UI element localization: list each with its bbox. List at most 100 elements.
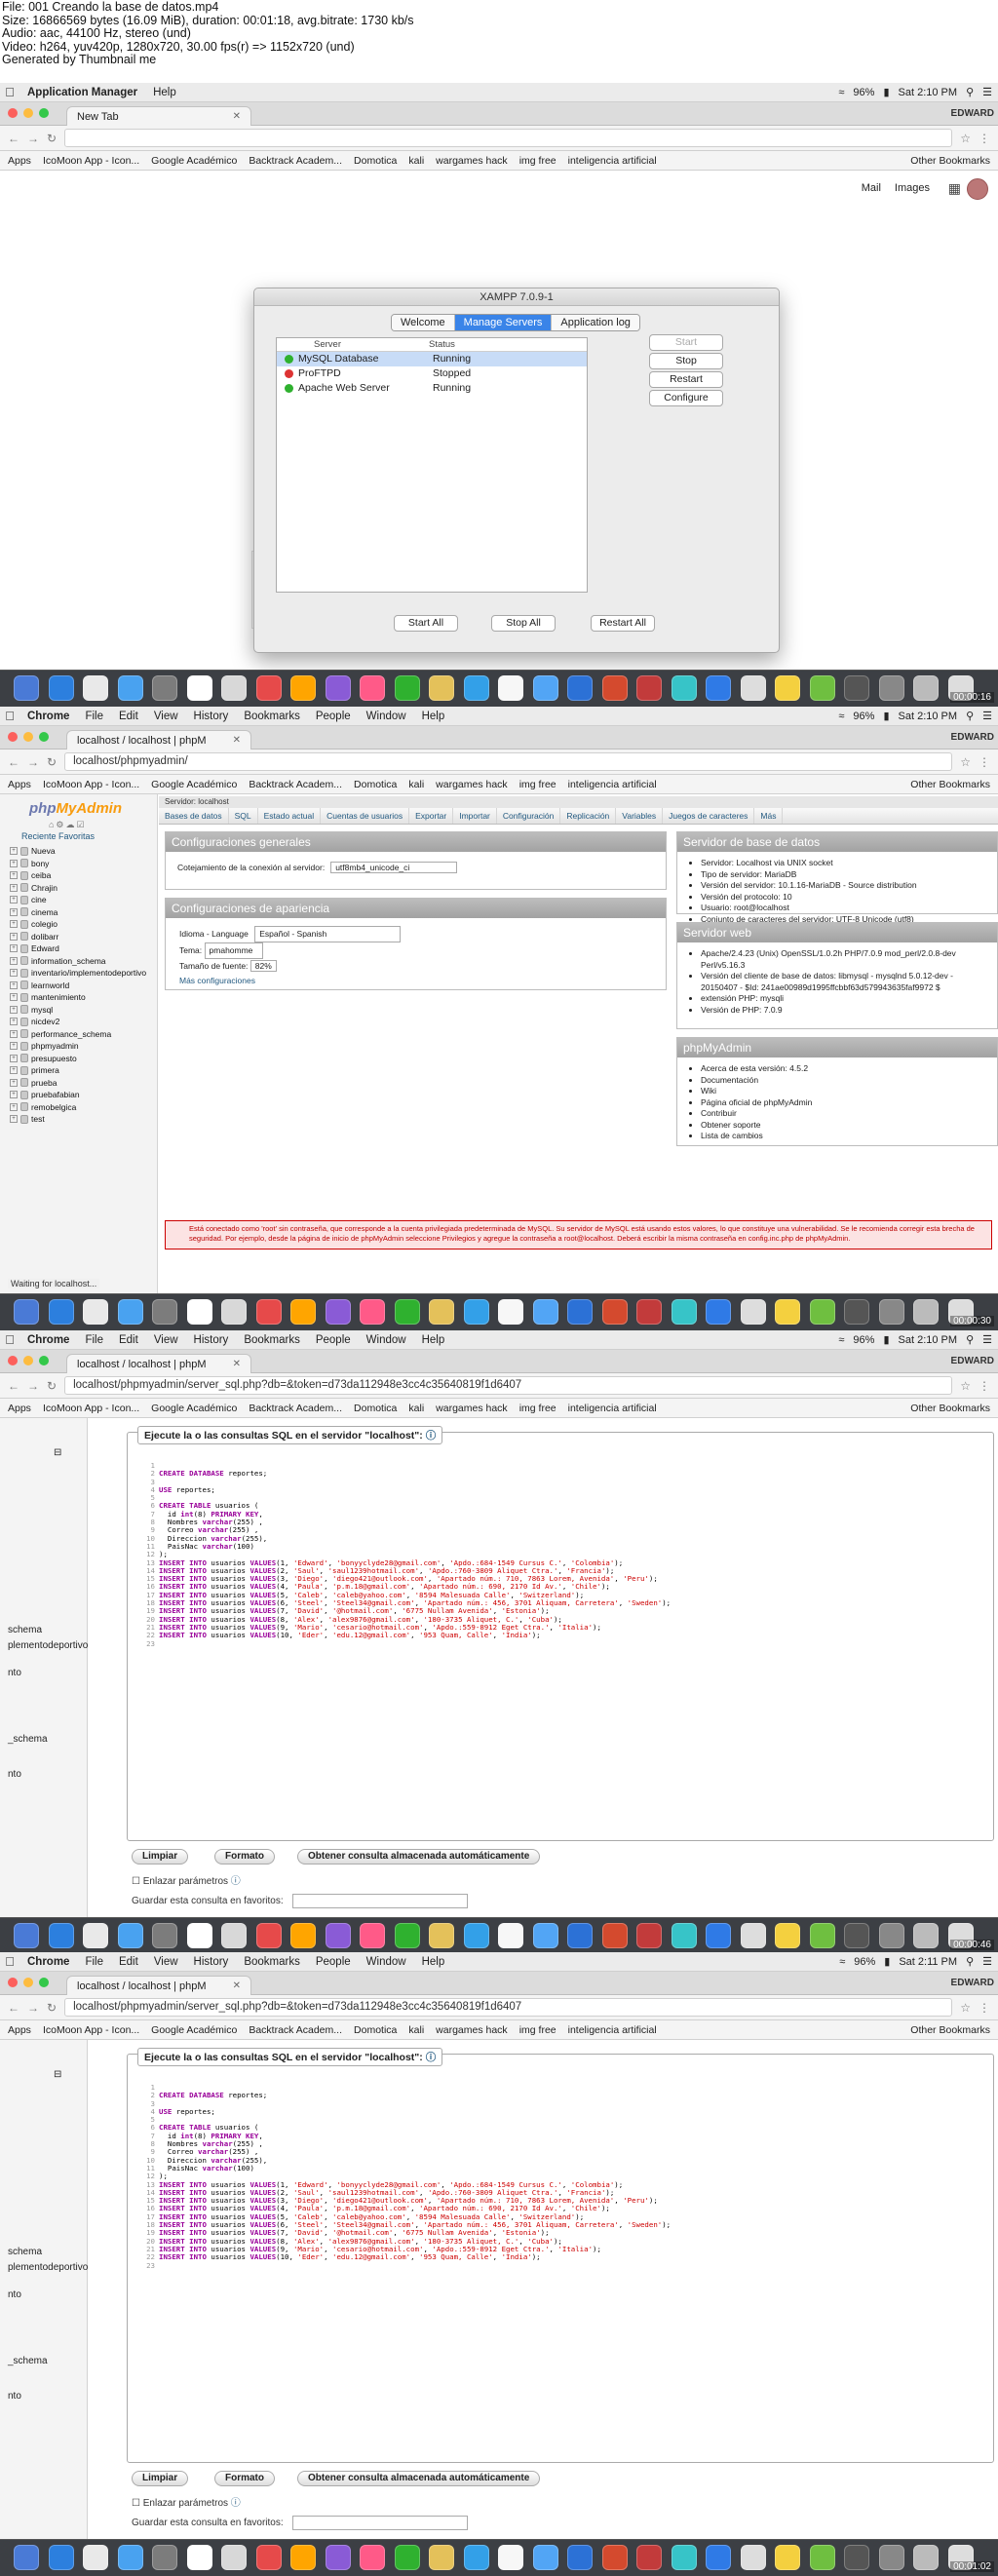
dock-app-icon[interactable] bbox=[360, 1923, 385, 1948]
dock-app-icon[interactable] bbox=[706, 675, 731, 701]
menu-item[interactable]: History bbox=[186, 1956, 237, 1968]
pma-nav-tab[interactable]: Bases de datos bbox=[159, 808, 229, 824]
pma-nav-tab[interactable]: Cuentas de usuarios bbox=[321, 808, 410, 824]
dock-app-icon[interactable] bbox=[117, 2545, 143, 2570]
pma-nav-tab[interactable]: SQL bbox=[229, 808, 258, 824]
menu-item[interactable]: Edit bbox=[111, 711, 146, 722]
dock-app-icon[interactable] bbox=[844, 1299, 869, 1325]
pma-nav-tab[interactable]: Juegos de caracteres bbox=[663, 808, 755, 824]
dock-app-icon[interactable] bbox=[325, 1299, 351, 1325]
menu-item[interactable]: File bbox=[77, 1956, 111, 1968]
url-bar[interactable]: localhost/phpmyadmin/ bbox=[64, 752, 953, 771]
server-action-button[interactable]: Stop bbox=[649, 353, 723, 369]
menu-item[interactable]: Bookmarks bbox=[236, 711, 308, 722]
expand-icon[interactable]: + bbox=[10, 969, 18, 978]
other-bookmarks[interactable]: Other Bookmarks bbox=[910, 1403, 990, 1414]
dock-app-icon[interactable] bbox=[498, 2545, 523, 2570]
database-item[interactable]: + phpmyadmin bbox=[10, 1040, 156, 1053]
dock-app-icon[interactable] bbox=[671, 1299, 697, 1325]
bookmark-item[interactable]: Domotica bbox=[354, 155, 397, 167]
database-item[interactable]: + test bbox=[10, 1113, 156, 1126]
pma-nav-tab[interactable]: Variables bbox=[616, 808, 664, 824]
database-item[interactable]: + performance_schema bbox=[10, 1028, 156, 1041]
expand-icon[interactable]: + bbox=[10, 1005, 18, 1014]
info-item[interactable]: Wiki bbox=[701, 1086, 989, 1097]
info-item[interactable]: Contribuir bbox=[701, 1108, 989, 1120]
database-item[interactable]: schema bbox=[8, 1625, 42, 1635]
server-row[interactable]: MySQL Database Running bbox=[277, 352, 587, 366]
back-icon[interactable]: ← bbox=[8, 132, 19, 145]
dock-app-icon[interactable] bbox=[290, 1923, 316, 1948]
menu-item[interactable]: View bbox=[146, 711, 186, 722]
server-action-button[interactable]: Start bbox=[649, 334, 723, 351]
dock-app-icon[interactable] bbox=[601, 1923, 628, 1948]
menu-icon[interactable]: ⋮ bbox=[979, 755, 990, 769]
bookmark-item[interactable]: img free bbox=[519, 2024, 557, 2036]
dock-app-icon[interactable] bbox=[117, 675, 143, 701]
server-action-button[interactable]: Restart bbox=[649, 371, 723, 388]
bookmark-item[interactable]: wargames hack bbox=[436, 2024, 508, 2036]
expand-icon[interactable]: + bbox=[10, 896, 18, 904]
dock-app-icon[interactable] bbox=[775, 2545, 800, 2570]
sql-action-button[interactable]: Obtener consulta almacenada automáticame… bbox=[297, 1849, 541, 1865]
dock-app-icon[interactable] bbox=[152, 675, 177, 701]
expand-icon[interactable]: + bbox=[10, 993, 18, 1002]
url-bar[interactable]: localhost/phpmyadmin/server_sql.php?db=&… bbox=[64, 1998, 953, 2017]
info-item[interactable]: Documentación bbox=[701, 1075, 989, 1087]
bulk-action-button[interactable]: Start All bbox=[394, 615, 458, 632]
database-item[interactable]: + learnworld bbox=[10, 980, 156, 992]
url-bar[interactable] bbox=[64, 129, 953, 147]
forward-icon[interactable]: → bbox=[27, 132, 39, 145]
dock-app-icon[interactable] bbox=[360, 675, 385, 701]
pma-nav-tab[interactable]: Replicación bbox=[560, 808, 617, 824]
database-item[interactable]: + Edward bbox=[10, 942, 156, 955]
close-tab-icon[interactable]: ✕ bbox=[233, 1359, 241, 1369]
other-bookmarks[interactable]: Other Bookmarks bbox=[910, 2024, 990, 2036]
expand-icon[interactable]: + bbox=[10, 1066, 18, 1075]
bookmark-item[interactable]: Backtrack Academ... bbox=[249, 2024, 342, 2036]
expand-icon[interactable]: + bbox=[10, 980, 18, 989]
menu-item[interactable]: View bbox=[146, 1956, 186, 1968]
dock-app-icon[interactable] bbox=[809, 675, 835, 701]
list-icon[interactable]: ☰ bbox=[982, 1333, 992, 1346]
list-icon[interactable]: ☰ bbox=[982, 86, 992, 98]
dock-app-icon[interactable] bbox=[429, 2545, 454, 2570]
sql-editor[interactable]: CREATE DATABASE reportes; USE reportes; … bbox=[159, 2084, 671, 2262]
close-tab-icon[interactable]: ✕ bbox=[233, 735, 241, 746]
reload-icon[interactable]: ↻ bbox=[47, 2001, 57, 2015]
profile-name[interactable]: EDWARD bbox=[951, 1978, 994, 1988]
help-icon[interactable]: ⓘ bbox=[426, 2052, 437, 2063]
dock-app-icon[interactable] bbox=[567, 1299, 593, 1325]
maximize-window-icon[interactable] bbox=[39, 1356, 49, 1365]
dock-app-icon[interactable] bbox=[775, 1299, 800, 1325]
dock-app-icon[interactable] bbox=[775, 1923, 800, 1948]
info-item[interactable]: Página oficial de phpMyAdmin bbox=[701, 1097, 989, 1109]
apple-icon[interactable]:  bbox=[0, 1332, 19, 1347]
database-item[interactable]: + cine bbox=[10, 894, 156, 906]
database-item[interactable]: plementodeportivo bbox=[8, 1640, 88, 1651]
bookmark-item[interactable]: img free bbox=[519, 1403, 557, 1414]
dock-app-icon[interactable] bbox=[14, 2545, 39, 2570]
database-item[interactable]: nto bbox=[8, 2391, 21, 2402]
avatar[interactable] bbox=[967, 178, 988, 200]
dock-app-icon[interactable] bbox=[498, 1299, 523, 1325]
dock-app-icon[interactable] bbox=[325, 675, 351, 701]
more-settings-link[interactable]: Más configuraciones bbox=[179, 974, 652, 988]
close-tab-icon[interactable]: ✕ bbox=[233, 1980, 241, 1991]
dock-app-icon[interactable] bbox=[117, 1299, 143, 1325]
dock-app-icon[interactable] bbox=[394, 675, 420, 701]
menu-item[interactable]: People bbox=[308, 1334, 359, 1346]
expand-icon[interactable]: + bbox=[10, 1042, 18, 1051]
battery-icon[interactable]: ▮ bbox=[883, 710, 889, 722]
bookmark-item[interactable]: Apps bbox=[8, 2024, 31, 2036]
dock-app-icon[interactable] bbox=[636, 675, 662, 701]
maximize-window-icon[interactable] bbox=[39, 108, 49, 118]
menu-app-name[interactable]: Chrome bbox=[19, 711, 77, 722]
checkbox[interactable]: ☐ bbox=[132, 2498, 140, 2509]
dock-app-icon[interactable] bbox=[671, 1923, 697, 1948]
dock-app-icon[interactable] bbox=[567, 1923, 593, 1948]
profile-name[interactable]: EDWARD bbox=[951, 1356, 994, 1366]
menu-app-name[interactable]: Application Manager bbox=[19, 87, 145, 98]
xampp-tab[interactable]: Application log bbox=[552, 315, 639, 330]
bookmark-item[interactable]: wargames hack bbox=[436, 779, 508, 790]
